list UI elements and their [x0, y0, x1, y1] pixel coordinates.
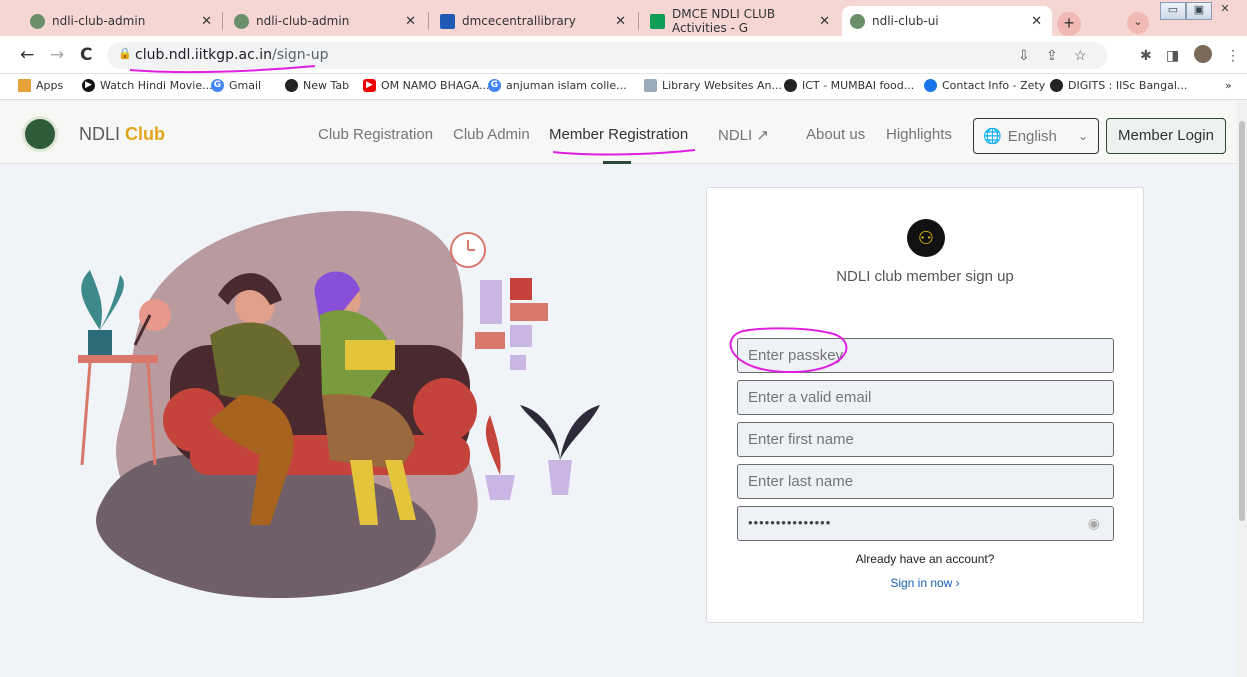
browser-tab-strip: ndli-club-admin ✕ ndli-club-admin ✕ dmce… — [0, 0, 1247, 36]
sidepanel-icon[interactable]: ◨ — [1166, 47, 1179, 64]
email-input[interactable] — [737, 380, 1114, 415]
youtube-icon: ▶ — [363, 79, 376, 92]
globe-icon — [285, 79, 298, 92]
close-icon[interactable]: ✕ — [405, 14, 416, 29]
globe-icon — [784, 79, 797, 92]
browser-tab-active[interactable]: ndli-club-ui ✕ — [842, 6, 1052, 36]
address-bar[interactable]: 🔒 club.ndl.iitkgp.ac.in/sign-up — [107, 42, 1107, 69]
more-bookmarks-button[interactable]: » — [1225, 79, 1232, 92]
bookmark-item[interactable]: Library Websites An... — [644, 79, 782, 92]
active-nav-indicator — [603, 161, 631, 164]
close-icon[interactable]: ✕ — [1031, 14, 1042, 29]
lock-icon: 🔒 — [118, 48, 132, 60]
passkey-input[interactable] — [737, 338, 1114, 373]
share-icon[interactable]: ⇪ — [1046, 47, 1058, 64]
add-user-icon: ⚇ — [907, 219, 945, 257]
globe-icon — [850, 13, 865, 29]
tab-title: DMCE NDLI CLUB Activities - G — [672, 7, 776, 35]
eye-icon[interactable]: ◉ — [1088, 515, 1101, 532]
member-login-button[interactable]: Member Login — [1106, 118, 1226, 154]
bookmarks-bar: Apps ▶ Watch Hindi Movie... G Gmail New Ta… — [0, 74, 1247, 100]
signup-title: NDLI club member sign up — [836, 268, 1014, 285]
forward-icon[interactable]: → — [50, 45, 64, 65]
nav-ndli[interactable]: NDLI ↗ — [718, 126, 769, 144]
nav-highlights[interactable]: Highlights — [886, 126, 952, 143]
new-tab-button[interactable]: + — [1057, 12, 1081, 36]
password-input[interactable]: ••••••••••••••• ◉ — [737, 506, 1114, 541]
url-text: club.ndl.iitkgp.ac.in/sign-up — [135, 47, 329, 63]
apps-icon — [18, 79, 31, 92]
reload-icon[interactable]: C — [80, 45, 92, 65]
bookmark-item[interactable]: New Tab — [285, 79, 349, 92]
tab-title: ndli-club-ui — [872, 14, 939, 28]
bookmark-apps[interactable]: Apps — [18, 79, 63, 92]
sign-in-link[interactable]: Sign in now › — [707, 576, 1143, 590]
close-icon[interactable]: ✕ — [201, 14, 212, 29]
already-account-text: Already have an account? — [855, 552, 995, 566]
language-select[interactable]: 🌐 English ⌄ — [973, 118, 1099, 154]
profile-avatar[interactable] — [1194, 45, 1212, 63]
globe-icon: 🌐 — [983, 128, 1002, 145]
back-icon[interactable]: ← — [20, 45, 34, 65]
close-icon[interactable]: ✕ — [819, 14, 830, 29]
browser-tab[interactable]: ndli-club-admin ✕ — [22, 6, 222, 36]
reading-illustration — [78, 210, 600, 598]
external-link-icon: ↗ — [756, 127, 769, 144]
ndli-logo[interactable] — [22, 116, 58, 152]
bookmark-item[interactable]: ▶ OM NAMO BHAGA... — [363, 79, 490, 92]
globe-icon — [30, 13, 45, 29]
nav-club-admin[interactable]: Club Admin — [453, 126, 530, 143]
tab-title: ndli-club-admin — [256, 14, 350, 28]
google-icon: G — [211, 79, 224, 92]
bookmark-item[interactable]: ICT - MUMBAI food... — [784, 79, 914, 92]
zety-icon — [924, 79, 937, 92]
nav-club-registration[interactable]: Club Registration — [318, 126, 433, 143]
nav-member-registration[interactable]: Member Registration — [549, 126, 688, 143]
menu-icon[interactable]: ⋮ — [1226, 47, 1240, 64]
globe-icon — [1050, 79, 1063, 92]
site-navbar: NDLI Club Club Registration Club Admin M… — [0, 101, 1247, 164]
play-icon: ▶ — [82, 79, 95, 92]
tab-title: dmcecentrallibrary — [462, 14, 576, 28]
page-icon — [644, 79, 657, 92]
bookmark-item[interactable]: Ganjuman islam colle... — [488, 79, 627, 92]
signup-card: ⚇ NDLI club member sign up •••••••••••••… — [706, 187, 1144, 623]
browser-tab[interactable]: ndli-club-admin ✕ — [226, 6, 426, 36]
first-name-input[interactable] — [737, 422, 1114, 457]
bookmark-item[interactable]: Contact Info - Zety — [924, 79, 1045, 92]
scrollbar-thumb[interactable] — [1239, 121, 1245, 521]
bookmark-item[interactable]: G Gmail — [211, 79, 261, 92]
tab-title: ndli-club-admin — [52, 14, 146, 28]
extensions-icon[interactable]: ✱ — [1140, 47, 1152, 64]
close-icon[interactable]: ✕ — [615, 14, 626, 29]
bookmark-item[interactable]: ▶ Watch Hindi Movie... — [82, 79, 213, 92]
tab-search-button[interactable]: ⌄ — [1127, 12, 1149, 34]
browser-toolbar: ← → C 🔒 club.ndl.iitkgp.ac.in/sign-up ⇩ … — [0, 36, 1247, 74]
close-window-button[interactable]: ✕ — [1212, 2, 1238, 20]
browser-tab[interactable]: DMCE NDLI CLUB Activities - G ✕ — [642, 6, 840, 36]
bookmark-item[interactable]: DIGITS : IISc Bangal... — [1050, 79, 1187, 92]
chevron-down-icon: ⌄ — [1077, 129, 1088, 143]
page-scrollbar[interactable] — [1237, 101, 1247, 677]
sheets-icon — [650, 13, 665, 29]
google-icon: G — [488, 79, 501, 92]
globe-icon — [234, 13, 249, 29]
last-name-input[interactable] — [737, 464, 1114, 499]
maximize-button[interactable]: ▣ — [1186, 2, 1212, 20]
install-icon[interactable]: ⇩ — [1018, 47, 1030, 64]
site-icon — [440, 13, 455, 29]
brand-name[interactable]: NDLI Club — [79, 124, 165, 145]
minimize-button[interactable]: ▭ — [1160, 2, 1186, 20]
star-icon[interactable]: ☆ — [1074, 47, 1087, 64]
nav-about-us[interactable]: About us — [806, 126, 865, 143]
browser-tab[interactable]: dmcecentrallibrary ✕ — [432, 6, 636, 36]
